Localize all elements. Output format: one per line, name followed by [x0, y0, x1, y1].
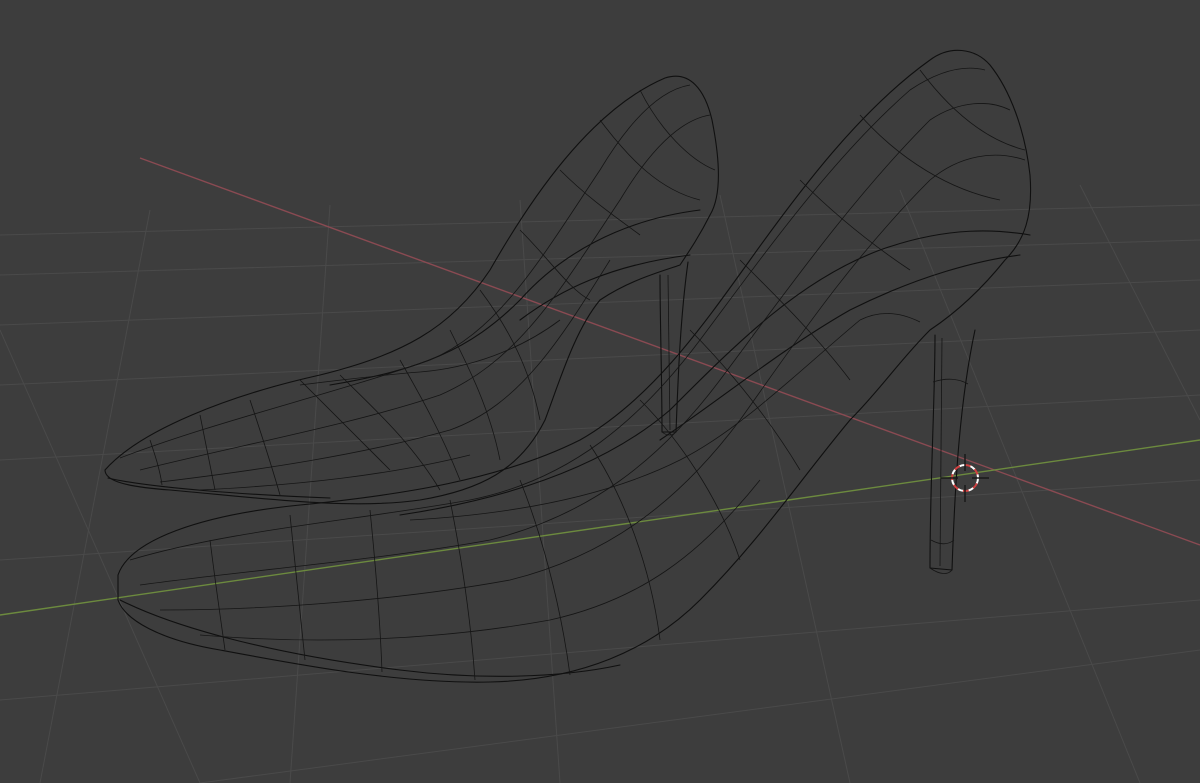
left-pump-shoe[interactable] — [104, 75, 720, 505]
viewport-scene[interactable] — [0, 0, 1200, 783]
right-pump-shoe[interactable] — [117, 49, 1032, 683]
x-axis-line — [139, 157, 1200, 546]
floor-grid — [0, 184, 1200, 783]
y-axis-line — [0, 439, 1200, 616]
3d-viewport[interactable] — [0, 0, 1200, 783]
